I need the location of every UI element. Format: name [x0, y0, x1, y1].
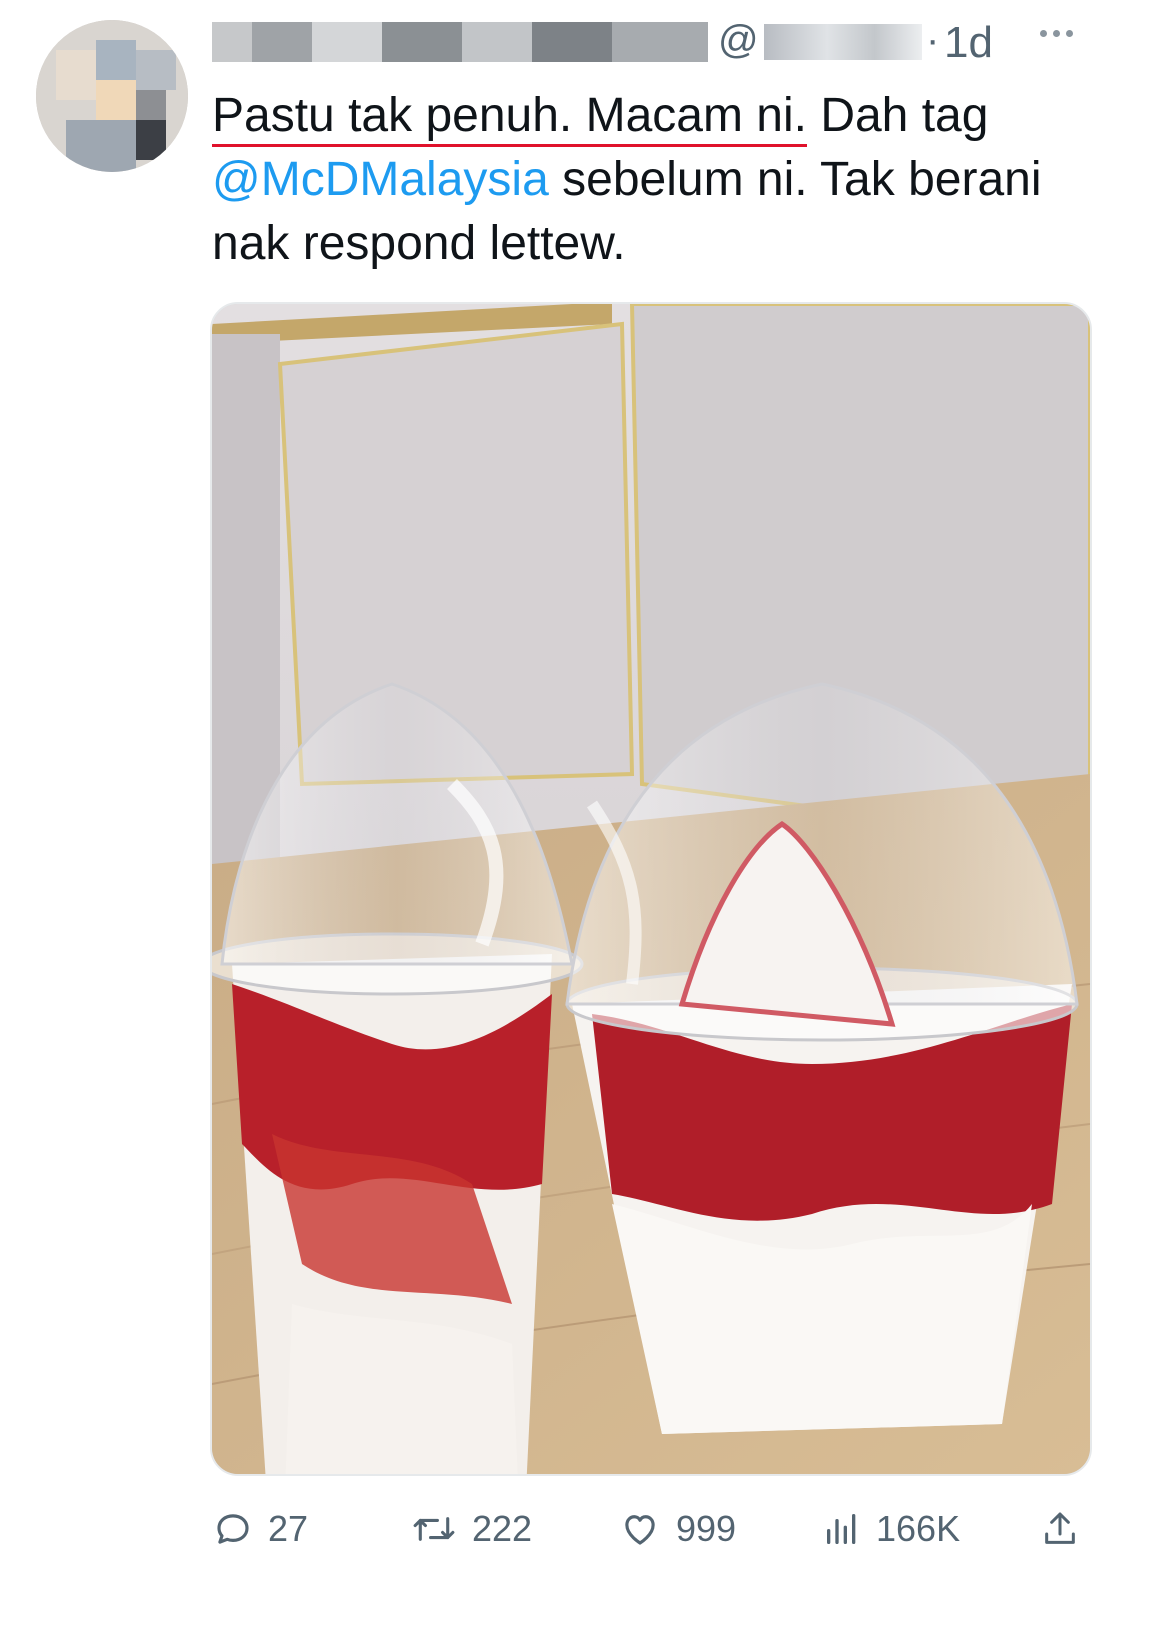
views-count: 166K [876, 1508, 961, 1549]
views-button[interactable]: 166K [822, 1508, 960, 1550]
retweet-count: 222 [472, 1508, 533, 1549]
reply-button[interactable]: 27 [212, 1508, 308, 1550]
sundae-photo [212, 304, 1090, 1474]
display-name-redacted[interactable] [212, 22, 708, 62]
handle-at[interactable]: @ [718, 18, 759, 63]
handle-redacted[interactable] [764, 24, 922, 60]
mention-link[interactable]: @McDMalaysia [212, 153, 549, 206]
like-button[interactable]: 999 [618, 1508, 736, 1550]
underlined-text: Pastu tak penuh. Macam ni. [212, 89, 807, 147]
avatar[interactable] [36, 20, 188, 172]
tweet-text: Pastu tak penuh. Macam ni. Dah tag @McDM… [212, 84, 1112, 276]
tweet-text-segment: Dah tag [806, 89, 989, 142]
like-icon [618, 1508, 662, 1550]
views-icon [822, 1508, 862, 1550]
tweet-timestamp[interactable]: 1d [944, 18, 993, 68]
share-button[interactable] [1040, 1508, 1080, 1550]
reply-count: 27 [268, 1508, 309, 1549]
retweet-button[interactable]: 222 [410, 1508, 532, 1550]
more-icon[interactable] [1040, 30, 1073, 37]
tweet-actions: 27 222 999 166K [0, 1500, 1170, 1570]
share-icon [1040, 1508, 1080, 1550]
tweet-media[interactable] [210, 302, 1092, 1476]
separator-dot: · [926, 18, 940, 62]
like-count: 999 [676, 1508, 737, 1549]
reply-icon [212, 1508, 254, 1550]
retweet-icon [410, 1508, 458, 1550]
